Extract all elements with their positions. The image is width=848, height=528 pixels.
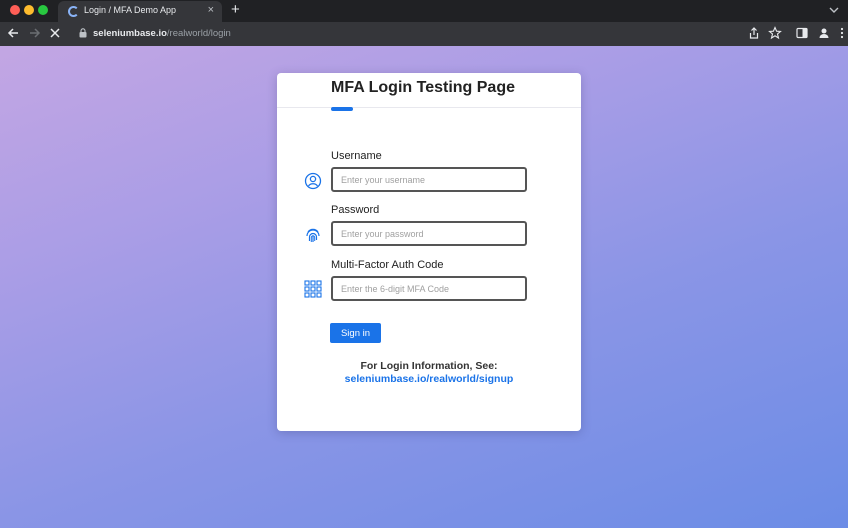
window-close-button[interactable] [10,5,20,15]
keypad-grid-icon [304,280,322,298]
url-host: seleniumbase.io [93,28,167,39]
stop-loading-icon[interactable] [47,25,63,41]
side-panel-icon[interactable] [795,26,809,40]
password-label: Password [331,204,380,216]
url-path: /realworld/login [166,28,231,39]
bookmark-star-icon[interactable] [768,26,782,40]
window-minimize-button[interactable] [24,5,34,15]
sign-in-button[interactable]: Sign in [330,323,381,343]
fingerprint-icon [306,228,320,242]
tab-search-chevron-icon[interactable] [828,4,840,16]
address-bar[interactable]: seleniumbase.io/realworld/login [93,28,231,39]
lock-icon[interactable] [79,28,87,38]
mfa-code-input[interactable] [331,276,527,301]
login-info-label: For Login Information, See: [360,360,498,372]
username-input[interactable] [331,167,527,192]
signup-link[interactable]: seleniumbase.io/realworld/signup [277,373,581,385]
forward-arrow-icon[interactable] [27,25,43,41]
new-tab-button[interactable]: + [231,1,240,18]
title-underline [331,107,353,111]
page-title: MFA Login Testing Page [331,79,515,96]
user-circle-icon [304,172,322,190]
page-viewport: MFA Login Testing Page Username Password… [0,46,848,528]
browser-tab[interactable]: Login / MFA Demo App × [58,1,222,22]
share-icon[interactable] [747,26,761,40]
back-arrow-icon[interactable] [5,25,21,41]
window-maximize-button[interactable] [38,5,48,15]
header-divider [277,107,581,108]
tab-title: Login / MFA Demo App [84,5,177,15]
loading-spinner-icon [68,6,79,17]
password-input[interactable] [331,221,527,246]
browser-titlebar: Login / MFA Demo App × + [0,0,848,22]
tab-close-button[interactable]: × [208,4,214,16]
browser-toolbar: seleniumbase.io/realworld/login [0,22,848,46]
mfa-code-label: Multi-Factor Auth Code [331,259,444,271]
kebab-menu-icon[interactable] [838,26,848,40]
login-card: MFA Login Testing Page Username Password… [277,73,581,431]
profile-icon[interactable] [817,26,831,40]
username-label: Username [331,150,382,162]
